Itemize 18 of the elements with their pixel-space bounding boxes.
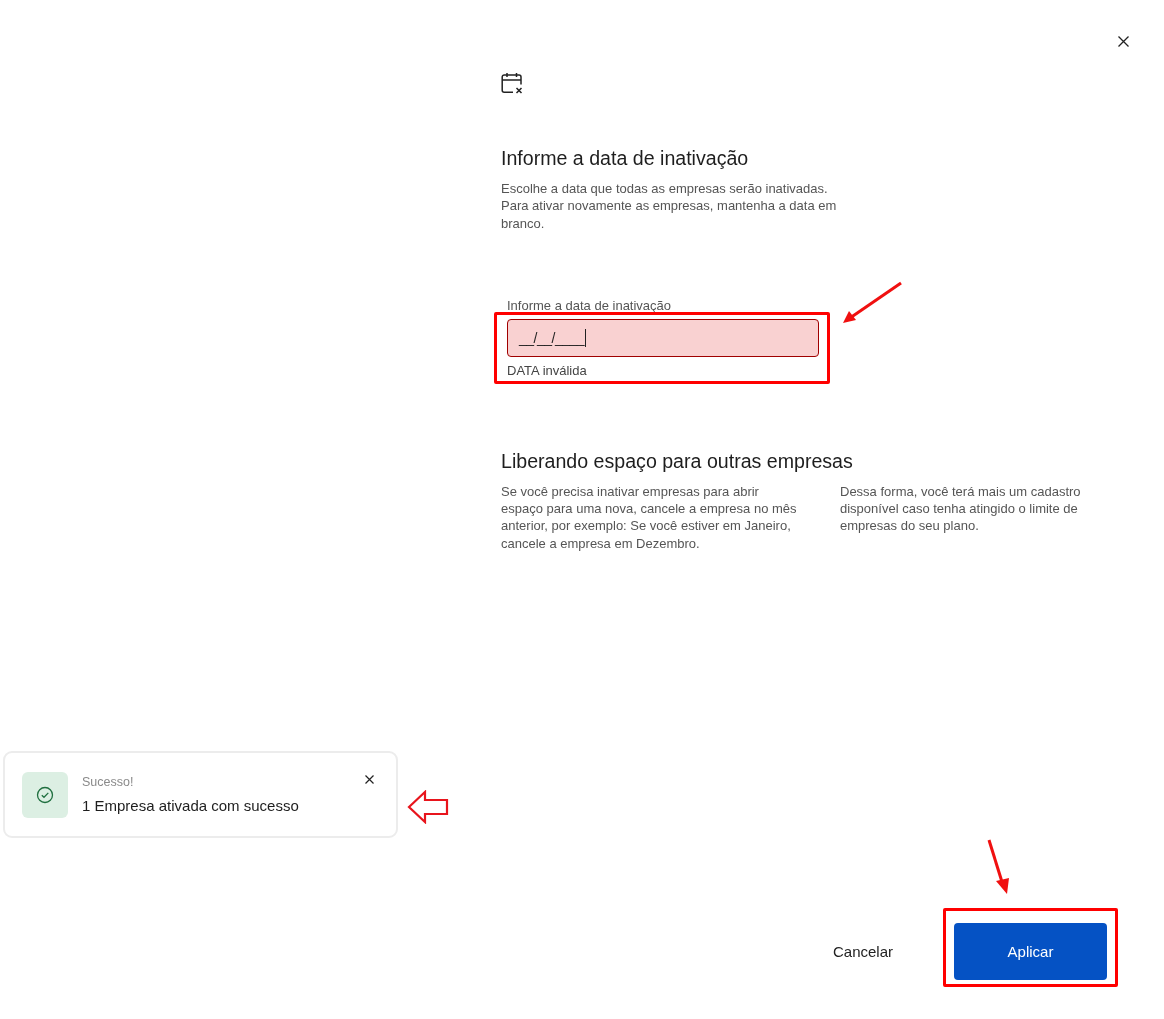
section-title: Liberando espaço para outras empresas bbox=[501, 448, 853, 473]
toast-message: 1 Empresa ativada com sucesso bbox=[82, 796, 299, 815]
date-input[interactable]: __/__/____ bbox=[507, 318, 819, 357]
cancel-button[interactable]: Cancelar bbox=[816, 923, 909, 980]
close-icon bbox=[365, 775, 374, 784]
apply-button[interactable]: Aplicar bbox=[954, 923, 1107, 980]
dialog-description: Escolhe a data que todas as empresas serão inativadas. Para ativar novamente as empresas, mantenha a data em branco. bbox=[501, 180, 838, 232]
field-label: Informe a data de inativação bbox=[507, 297, 672, 314]
info-paragraph: Se você precisa inativar empresas para abrir espaço para uma nova, cancele a empresa no mês anterior, por exemplo: Se você estiver em Janeiro, cancele a empresa em Dezembro. bbox=[501, 482, 798, 553]
info-paragraph: Dessa forma, você terá mais um cadastro disponível caso tenha atingido o limite de empresas do seu plano. bbox=[840, 482, 1082, 536]
close-icon bbox=[1117, 35, 1129, 47]
error-message: DATA inválida bbox=[507, 362, 587, 379]
dialog-title: Informe a data de inativação bbox=[501, 146, 749, 170]
text-cursor-icon bbox=[585, 328, 587, 347]
annotation-arrow bbox=[841, 280, 903, 325]
close-button[interactable] bbox=[363, 773, 376, 786]
toast-title: Sucesso! bbox=[82, 774, 134, 790]
calendar-x-icon bbox=[501, 72, 523, 94]
